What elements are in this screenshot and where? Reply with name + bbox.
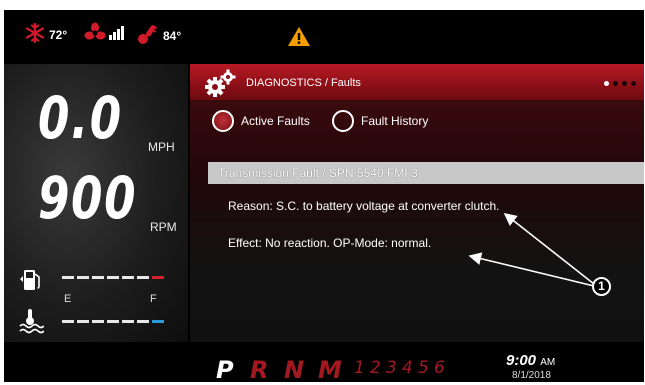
- fan-icon: [84, 22, 106, 47]
- radio-selected-icon[interactable]: [212, 110, 234, 132]
- tab-fault-history[interactable]: Fault History: [332, 110, 428, 132]
- clock-ampm: AM: [540, 357, 556, 368]
- warning-triangle-icon[interactable]: [287, 26, 311, 52]
- gear-letter-n: N: [284, 356, 305, 382]
- temp-segment: [122, 320, 134, 323]
- fuel-pump-icon: [20, 268, 42, 297]
- page-indicator[interactable]: [604, 81, 636, 86]
- thermometer-icon: [136, 22, 160, 49]
- rpm-readout: 900: [38, 164, 138, 232]
- temp-segment: [137, 320, 149, 323]
- panel-header: DIAGNOSTICS / Faults: [190, 64, 644, 100]
- fuel-segment: [77, 276, 89, 279]
- fuel-segment: [62, 276, 74, 279]
- callout-number-badge: 1: [592, 277, 611, 296]
- radio-unselected-icon[interactable]: [332, 110, 354, 132]
- signal-strength-icon: [109, 26, 127, 43]
- fuel-segment: [107, 276, 119, 279]
- temp-segment: [77, 320, 89, 323]
- gauge-panel: 0.0 MPH 900 RPM E F: [4, 64, 188, 342]
- snowflake-icon: [24, 22, 46, 47]
- gear-selector-bar: P R N M 1 2 3 4 5 6 9:00 AM 8/1/2018: [4, 346, 644, 382]
- gear-letter-p: P: [216, 356, 234, 382]
- ambient-temp-value: 72°: [49, 27, 68, 42]
- gear-number: 1: [354, 358, 365, 378]
- page-dot[interactable]: [622, 81, 627, 86]
- fuel-empty-label: E: [64, 293, 72, 305]
- gear-number: 2: [370, 358, 381, 378]
- panel-title: DIAGNOSTICS / Faults: [246, 77, 361, 89]
- gear-number: 4: [402, 358, 413, 378]
- fuel-segment: [137, 276, 149, 279]
- temp-level-bar: [62, 320, 164, 323]
- temp-segment: [62, 320, 74, 323]
- gears-icon: [204, 68, 238, 103]
- page-dot[interactable]: [631, 81, 636, 86]
- fan-status: [84, 22, 127, 47]
- clock-time: 9:00 AM: [506, 352, 555, 369]
- speed-readout: 0.0: [38, 84, 123, 152]
- page-dot[interactable]: [613, 81, 618, 86]
- coolant-temp-icon: [18, 308, 45, 339]
- rpm-unit-label: RPM: [150, 220, 177, 234]
- diagnostics-panel: DIAGNOSTICS / Faults Active Faults Fault…: [190, 64, 644, 342]
- gear-number: 3: [386, 358, 397, 378]
- tab-fault-history-label: Fault History: [361, 114, 429, 128]
- clock-date: 8/1/2018: [512, 370, 551, 381]
- status-bar: 72° 84°: [4, 10, 644, 50]
- temp-segment: [92, 320, 104, 323]
- gear-number: 6: [434, 358, 445, 378]
- temp-segment: [107, 320, 119, 323]
- engine-temp-value: 84°: [163, 28, 182, 43]
- gear-letter-m: M: [318, 356, 342, 382]
- fuel-segment: [152, 276, 164, 279]
- tab-active-faults[interactable]: Active Faults: [212, 110, 310, 132]
- fault-effect-text: Effect: No reaction. OP-Mode: normal.: [228, 236, 432, 250]
- clock-time-value: 9:00: [506, 352, 537, 369]
- temp-segment: [152, 320, 164, 323]
- fuel-segment: [92, 276, 104, 279]
- dashboard-screen: 72° 84° 0.0 MPH 900 RPM E F DIAGNOSTICS …: [4, 10, 644, 382]
- engine-temp-status: 84°: [136, 22, 181, 49]
- gear-letter-r: R: [250, 356, 269, 382]
- fault-header-text: Transmission Fault / SPN 5540 FMI 3: [218, 166, 418, 180]
- ambient-temp-status: 72°: [24, 22, 67, 47]
- fuel-segment: [122, 276, 134, 279]
- speed-unit-label: MPH: [148, 140, 175, 154]
- fuel-full-label: F: [150, 293, 157, 305]
- panel-body: [190, 100, 644, 342]
- fault-reason-text: Reason: S.C. to battery voltage at conve…: [228, 199, 500, 213]
- gear-number: 5: [418, 358, 429, 378]
- fault-header-row[interactable]: Transmission Fault / SPN 5540 FMI 3: [208, 162, 644, 184]
- page-dot[interactable]: [604, 81, 609, 86]
- fuel-level-bar: [62, 276, 164, 279]
- tab-active-faults-label: Active Faults: [241, 114, 310, 128]
